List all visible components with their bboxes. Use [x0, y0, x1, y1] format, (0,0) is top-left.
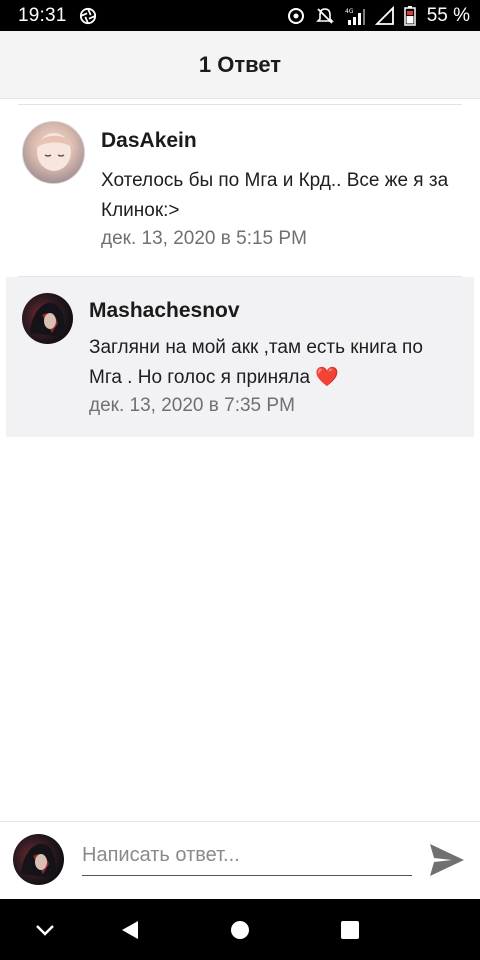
comment-text: Загляни на мой акк ,там есть книга по Мг…	[89, 333, 449, 393]
signal-4g-icon: 4G	[345, 8, 365, 25]
user-avatar	[13, 834, 64, 885]
comment-item[interactable]: DasAkein Хотелось бы по Мга и Крд.. Все …	[22, 121, 462, 250]
mute-icon	[315, 7, 334, 24]
comment-text: Хотелось бы по Мга и Крд.. Все же я за К…	[101, 170, 449, 221]
status-icons: 4G 55 %	[286, 5, 470, 27]
comment-author[interactable]: Mashachesnov	[89, 299, 449, 323]
avatar-image	[30, 302, 65, 337]
send-icon[interactable]	[428, 842, 466, 878]
comment-date: дек. 13, 2020 в 5:15 PM	[101, 228, 307, 249]
comment-body: Mashachesnov Загляни на мой акк ,там ест…	[89, 293, 449, 437]
status-bar: 19:31 4G 55 %	[0, 0, 480, 31]
avatar[interactable]	[22, 121, 85, 184]
comment-author[interactable]: DasAkein	[101, 129, 451, 153]
battery-icon	[403, 5, 416, 26]
reply-bar	[0, 821, 480, 899]
nav-collapse-button[interactable]	[26, 899, 64, 960]
comment-item-highlighted[interactable]: Mashachesnov Загляни на мой акк ,там ест…	[6, 277, 474, 437]
heart-emoji: ❤️	[315, 367, 340, 388]
reply-input[interactable]	[82, 836, 412, 876]
avatar-image	[21, 843, 56, 878]
comments-list: DasAkein Хотелось бы по Мга и Крд.. Все …	[0, 99, 480, 821]
nav-back-button[interactable]	[110, 899, 150, 960]
home-icon	[231, 920, 249, 939]
nav-home-button[interactable]	[220, 899, 260, 960]
wifi-off-icon	[374, 5, 394, 25]
back-icon	[122, 920, 138, 939]
svg-text:4G: 4G	[345, 8, 354, 15]
sync-icon	[287, 7, 304, 24]
battery-percent: 55 %	[426, 4, 470, 26]
status-time: 19:31	[18, 4, 67, 26]
divider	[18, 104, 462, 105]
nav-recents-button[interactable]	[330, 899, 370, 960]
comment-date: дек. 13, 2020 в 7:35 PM	[89, 395, 295, 416]
page-title: 1 Ответ	[198, 51, 282, 77]
avatar-image	[35, 133, 74, 171]
avatar[interactable]	[22, 293, 73, 344]
comment-text-content: Загляни на мой акк ,там есть книга по Мг…	[89, 337, 423, 388]
recents-icon	[341, 920, 359, 939]
header: 1 Ответ	[0, 31, 480, 99]
comment-body: DasAkein Хотелось бы по Мга и Крд.. Все …	[101, 121, 451, 250]
system-nav-bar	[0, 899, 480, 960]
aperture-icon	[79, 7, 96, 24]
chevron-down-icon	[36, 924, 54, 936]
